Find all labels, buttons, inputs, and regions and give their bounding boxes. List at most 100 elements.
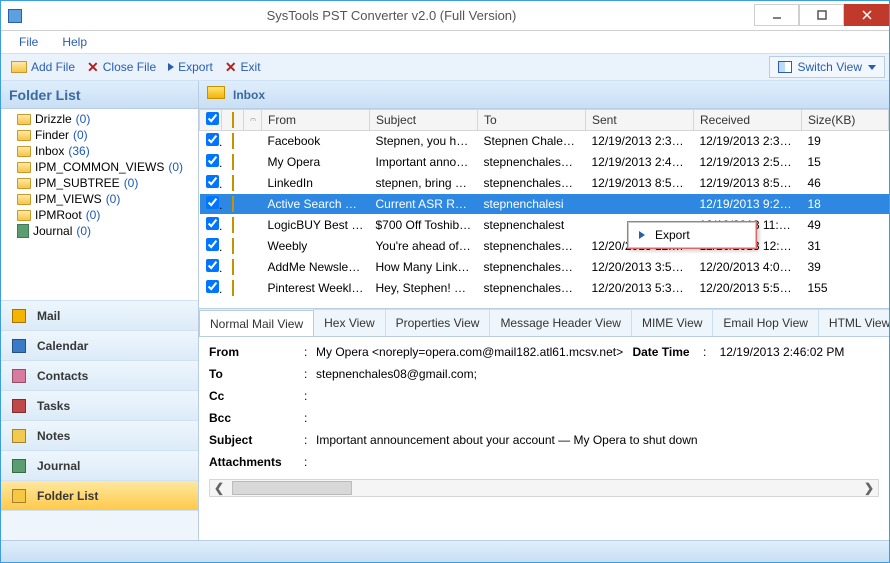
detail-subject-label: Subject — [209, 433, 304, 447]
cell-subject: You're ahead of t... — [370, 236, 478, 257]
row-checkbox[interactable] — [206, 154, 219, 167]
tree-item[interactable]: IPM_VIEWS (0) — [1, 191, 198, 207]
table-row[interactable]: Facebook Stepnen, you hav...Stepnen Chal… — [200, 131, 889, 152]
row-checkbox[interactable] — [206, 133, 219, 146]
row-checkbox[interactable] — [206, 175, 219, 188]
nav-notes[interactable]: Notes — [1, 420, 198, 450]
tree-item[interactable]: Journal (0) — [1, 223, 198, 239]
tree-item[interactable]: IPM_COMMON_VIEWS (0) — [1, 159, 198, 175]
nav-tasks[interactable]: Tasks — [1, 390, 198, 420]
header-size[interactable]: Size(KB) — [802, 110, 889, 131]
nav-mail[interactable]: Mail — [1, 300, 198, 330]
folder-icon — [17, 194, 31, 205]
cell-received: 12/19/2013 2:57:0... — [694, 152, 802, 173]
tab-html-view[interactable]: HTML View — [818, 309, 889, 336]
add-file-button[interactable]: Add File — [5, 57, 81, 77]
header-from[interactable]: From — [262, 110, 370, 131]
nav-label: Tasks — [37, 399, 70, 413]
header-sent[interactable]: Sent — [586, 110, 694, 131]
tree-item[interactable]: IPMRoot (0) — [1, 207, 198, 223]
menu-bar: File Help — [1, 31, 889, 53]
table-row[interactable]: LogicBUY Best De...$700 Off Toshiba ...s… — [200, 215, 889, 236]
tree-item-label: Finder — [35, 128, 69, 142]
tab-properties-view[interactable]: Properties View — [385, 309, 491, 336]
detail-tabs: Normal Mail ViewHex ViewProperties ViewM… — [199, 309, 889, 337]
detail-to-label: To — [209, 367, 304, 381]
nav-label: Calendar — [37, 339, 88, 353]
minimize-button[interactable] — [754, 4, 799, 26]
maximize-button[interactable] — [799, 4, 844, 26]
tree-item[interactable]: Finder (0) — [1, 127, 198, 143]
tab-email-hop-view[interactable]: Email Hop View — [712, 309, 818, 336]
exit-button[interactable]: ✕Exit — [219, 56, 267, 79]
cell-received: 12/19/2013 2:32:1... — [694, 131, 802, 152]
header-to[interactable]: To — [478, 110, 586, 131]
header-subject[interactable]: Subject — [370, 110, 478, 131]
table-row[interactable]: Active Search Res...Current ASR Rank...s… — [200, 194, 889, 215]
header-attachment-icon[interactable]: 𝄐 — [244, 110, 262, 131]
table-row[interactable]: LinkedIn stepnen, bring yo...stepnenchal… — [200, 173, 889, 194]
tree-item-count: (0) — [168, 160, 183, 174]
table-row[interactable]: Weebly You're ahead of t...stepnenchales… — [200, 236, 889, 257]
folder-icon — [17, 162, 31, 173]
context-menu-export[interactable]: Export — [631, 225, 753, 245]
header-envelope-icon[interactable] — [222, 110, 244, 131]
nav-contacts[interactable]: Contacts — [1, 360, 198, 390]
cell-from: Pinterest Weekly ... — [262, 278, 370, 299]
row-checkbox[interactable] — [206, 196, 219, 209]
journal-icon — [17, 224, 29, 238]
row-checkbox[interactable] — [206, 217, 219, 230]
chevron-down-icon — [868, 65, 876, 70]
tree-item-label: Journal — [33, 224, 72, 238]
tab-normal-mail-view[interactable]: Normal Mail View — [199, 310, 314, 337]
scroll-right-icon[interactable]: ❯ — [860, 480, 878, 496]
folder-icon — [17, 178, 31, 189]
scroll-thumb[interactable] — [232, 481, 352, 495]
nav-journal[interactable]: Journal — [1, 450, 198, 480]
nav-calendar[interactable]: Calendar — [1, 330, 198, 360]
envelope-icon — [232, 217, 234, 233]
cell-received: 12/20/2013 4:00:2... — [694, 257, 802, 278]
folder-tree[interactable]: Drizzle (0)Finder (0)Inbox (36)IPM_COMMO… — [1, 109, 198, 300]
menu-file[interactable]: File — [9, 32, 48, 52]
cell-size: 31 — [802, 236, 889, 257]
tree-item[interactable]: Inbox (36) — [1, 143, 198, 159]
row-checkbox[interactable] — [206, 259, 219, 272]
nav-folder-list[interactable]: Folder List — [1, 480, 198, 510]
tree-item-count: (36) — [68, 144, 89, 158]
row-checkbox[interactable] — [206, 280, 219, 293]
table-row[interactable]: AddMe Newslette...How Many Links ...step… — [200, 257, 889, 278]
cell-from: Facebook — [262, 131, 370, 152]
cell-sent: 12/19/2013 2:32:0... — [586, 131, 694, 152]
cell-sent — [586, 194, 694, 215]
tree-item-label: IPM_SUBTREE — [35, 176, 120, 190]
close-button[interactable] — [844, 4, 889, 26]
tab-message-header-view[interactable]: Message Header View — [489, 309, 632, 336]
tab-mime-view[interactable]: MIME View — [631, 309, 713, 336]
tree-item[interactable]: IPM_SUBTREE (0) — [1, 175, 198, 191]
exit-x-icon: ✕ — [225, 59, 237, 76]
cell-subject: Current ASR Rank... — [370, 194, 478, 215]
row-checkbox[interactable] — [206, 238, 219, 251]
export-icon — [168, 63, 174, 71]
tree-item-label: IPM_VIEWS — [35, 192, 102, 206]
table-row[interactable]: My Opera Important annou...stepnenchales… — [200, 152, 889, 173]
cell-received: 12/19/2013 9:22:3... — [694, 194, 802, 215]
tree-item-count: (0) — [86, 208, 101, 222]
detail-cc-value — [316, 389, 879, 403]
menu-help[interactable]: Help — [52, 32, 97, 52]
table-row[interactable]: Pinterest Weekly ...Hey, Stephen! Do...s… — [200, 278, 889, 299]
switch-view-button[interactable]: Switch View — [769, 56, 885, 78]
header-checkbox[interactable] — [200, 110, 222, 131]
export-button[interactable]: Export — [162, 57, 219, 77]
detail-attachments-label: Attachments — [209, 455, 304, 469]
close-file-button[interactable]: ✕Close File — [81, 56, 162, 79]
tab-hex-view[interactable]: Hex View — [313, 309, 385, 336]
scroll-left-icon[interactable]: ❮ — [210, 480, 228, 496]
horizontal-scrollbar[interactable]: ❮ ❯ — [209, 479, 879, 497]
header-received[interactable]: Received — [694, 110, 802, 131]
tree-item[interactable]: Drizzle (0) — [1, 111, 198, 127]
notes-icon — [11, 428, 27, 444]
cell-size: 49 — [802, 215, 889, 236]
message-grid[interactable]: 𝄐 From Subject To Sent Received Size(KB)… — [199, 109, 889, 309]
